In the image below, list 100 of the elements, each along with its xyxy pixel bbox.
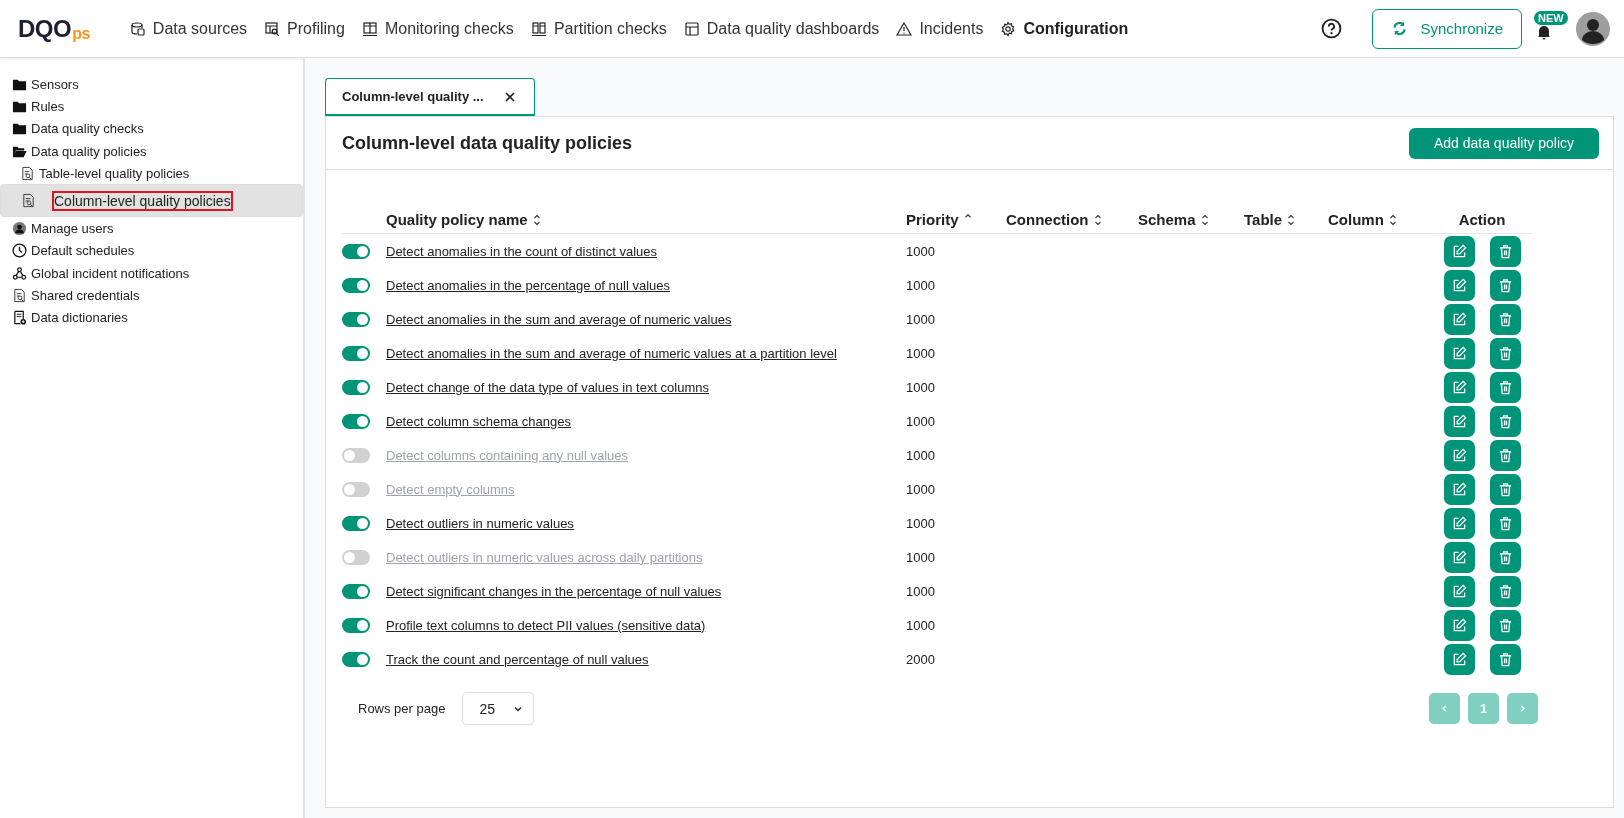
policy-link[interactable]: Detect column schema changes: [386, 413, 571, 429]
sidebar-item[interactable]: Rules: [0, 95, 303, 118]
sidebar-item[interactable]: Manage users: [0, 217, 303, 240]
delete-button[interactable]: [1489, 507, 1521, 539]
policy-link[interactable]: Detect outliers in numeric values: [386, 515, 574, 531]
document-icon: [21, 193, 36, 209]
sidebar-item[interactable]: Data quality policies: [0, 139, 303, 163]
edit-icon: [1451, 447, 1467, 463]
delete-button[interactable]: [1489, 541, 1521, 573]
edit-button[interactable]: [1443, 337, 1475, 369]
logo[interactable]: DQOps: [18, 14, 90, 43]
toggle-switch[interactable]: [342, 618, 370, 634]
partition-icon: [530, 20, 547, 37]
rows-per-page-select[interactable]: 25: [462, 692, 535, 725]
toggle-switch[interactable]: [342, 380, 370, 396]
delete-button[interactable]: [1489, 643, 1521, 675]
toggle-switch[interactable]: [342, 584, 370, 600]
close-icon[interactable]: [503, 90, 516, 103]
toggle-switch[interactable]: [342, 346, 370, 362]
nav-link[interactable]: Partition checks: [530, 19, 667, 38]
add-policy-button[interactable]: Add data quality policy: [1408, 127, 1599, 159]
table-icon: [361, 20, 378, 37]
column-header[interactable]: Connection: [1006, 211, 1101, 228]
delete-button[interactable]: [1489, 371, 1521, 403]
edit-button[interactable]: [1443, 507, 1475, 539]
sidebar-item[interactable]: Data quality checks: [0, 117, 303, 140]
toggle-switch[interactable]: [342, 516, 370, 532]
policy-link[interactable]: Profile text columns to detect PII values (sensitive data): [386, 617, 706, 633]
policy-link[interactable]: Track the count and percentage of null values: [386, 651, 649, 667]
nav-link[interactable]: Profiling: [264, 19, 345, 38]
table-search-icon: [264, 20, 281, 37]
sidebar-item[interactable]: Global incident notifications: [0, 262, 303, 285]
sidebar-item[interactable]: Sensors: [0, 73, 303, 96]
sidebar-item[interactable]: Data dictionaries: [0, 306, 303, 329]
chevron-right-icon: [1518, 704, 1527, 713]
toggle-switch[interactable]: [342, 550, 370, 566]
panel-title: Column-level data quality policies: [342, 132, 633, 154]
edit-button[interactable]: [1443, 405, 1475, 437]
toggle-switch[interactable]: [342, 244, 370, 260]
sidebar-item[interactable]: Table-level quality policies: [0, 162, 303, 185]
column-header[interactable]: Quality policy name: [386, 211, 540, 228]
toggle-switch[interactable]: [342, 278, 370, 294]
toggle-switch[interactable]: [342, 414, 370, 430]
edit-button[interactable]: [1443, 371, 1475, 403]
delete-button[interactable]: [1489, 235, 1521, 267]
nav-link[interactable]: Data sources: [129, 19, 248, 38]
column-header[interactable]: Action: [1458, 211, 1506, 228]
avatar-icon[interactable]: [1576, 11, 1610, 46]
policy-link[interactable]: Detect anomalies in the sum and average of numeric values: [386, 311, 732, 327]
toggle-switch[interactable]: [342, 482, 370, 498]
database-icon: [129, 20, 146, 37]
edit-icon: [1451, 617, 1467, 633]
rows-per-page-label: Rows per page: [358, 701, 446, 716]
sort-icon: [1288, 214, 1295, 225]
sidebar-item[interactable]: Shared credentials: [0, 284, 303, 307]
column-header[interactable]: Column: [1328, 211, 1396, 228]
nav-link[interactable]: Monitoring checks: [361, 19, 514, 38]
nav-link[interactable]: Data quality dashboards: [683, 19, 880, 38]
column-header[interactable]: Table: [1244, 211, 1295, 228]
synchronize-button[interactable]: Synchronize: [1372, 8, 1522, 49]
edit-icon: [1451, 311, 1467, 327]
settings-icon: [1000, 20, 1017, 37]
edit-button[interactable]: [1443, 303, 1475, 335]
policy-link[interactable]: Detect anomalies in the percentage of null values: [386, 277, 670, 293]
edit-button[interactable]: [1443, 439, 1475, 471]
edit-button[interactable]: [1443, 643, 1475, 675]
edit-button[interactable]: [1443, 541, 1475, 573]
delete-button[interactable]: [1489, 575, 1521, 607]
delete-button[interactable]: [1489, 405, 1521, 437]
webhook-icon: [12, 265, 27, 281]
delete-button[interactable]: [1489, 439, 1521, 471]
policy-link[interactable]: Detect change of the data type of values in text columns: [386, 379, 710, 395]
delete-button[interactable]: [1489, 337, 1521, 369]
sort-icon: [1389, 214, 1396, 225]
toggle-switch[interactable]: [342, 448, 370, 464]
delete-button[interactable]: [1489, 473, 1521, 505]
nav-link[interactable]: Incidents: [896, 19, 984, 38]
column-header[interactable]: Priority: [906, 211, 971, 228]
policy-link[interactable]: Detect significant changes in the percentage of null values: [386, 583, 722, 599]
edit-button[interactable]: [1443, 473, 1475, 505]
nav-link[interactable]: Configuration: [1000, 19, 1129, 38]
sidebar-item[interactable]: Default schedules: [0, 239, 303, 263]
edit-button[interactable]: [1443, 269, 1475, 301]
help-icon[interactable]: [1321, 18, 1343, 39]
sidebar-item[interactable]: Column-level quality policies: [0, 184, 303, 218]
priority-value: 1000: [906, 311, 935, 327]
policy-link[interactable]: Detect anomalies in the sum and average of numeric values at a partition level: [386, 345, 837, 361]
column-header[interactable]: Schema: [1138, 211, 1208, 228]
delete-button[interactable]: [1489, 609, 1521, 641]
policy-link[interactable]: Detect anomalies in the count of distinct values: [386, 243, 657, 259]
toggle-switch[interactable]: [342, 652, 370, 668]
edit-button[interactable]: [1443, 575, 1475, 607]
delete-button[interactable]: [1489, 269, 1521, 301]
tab[interactable]: Column-level quality ...: [325, 78, 535, 116]
delete-button[interactable]: [1489, 303, 1521, 335]
bell-icon[interactable]: [1536, 23, 1552, 40]
edit-button[interactable]: [1443, 609, 1475, 641]
refresh-icon: [1391, 20, 1409, 37]
toggle-switch[interactable]: [342, 312, 370, 328]
edit-button[interactable]: [1443, 235, 1475, 267]
